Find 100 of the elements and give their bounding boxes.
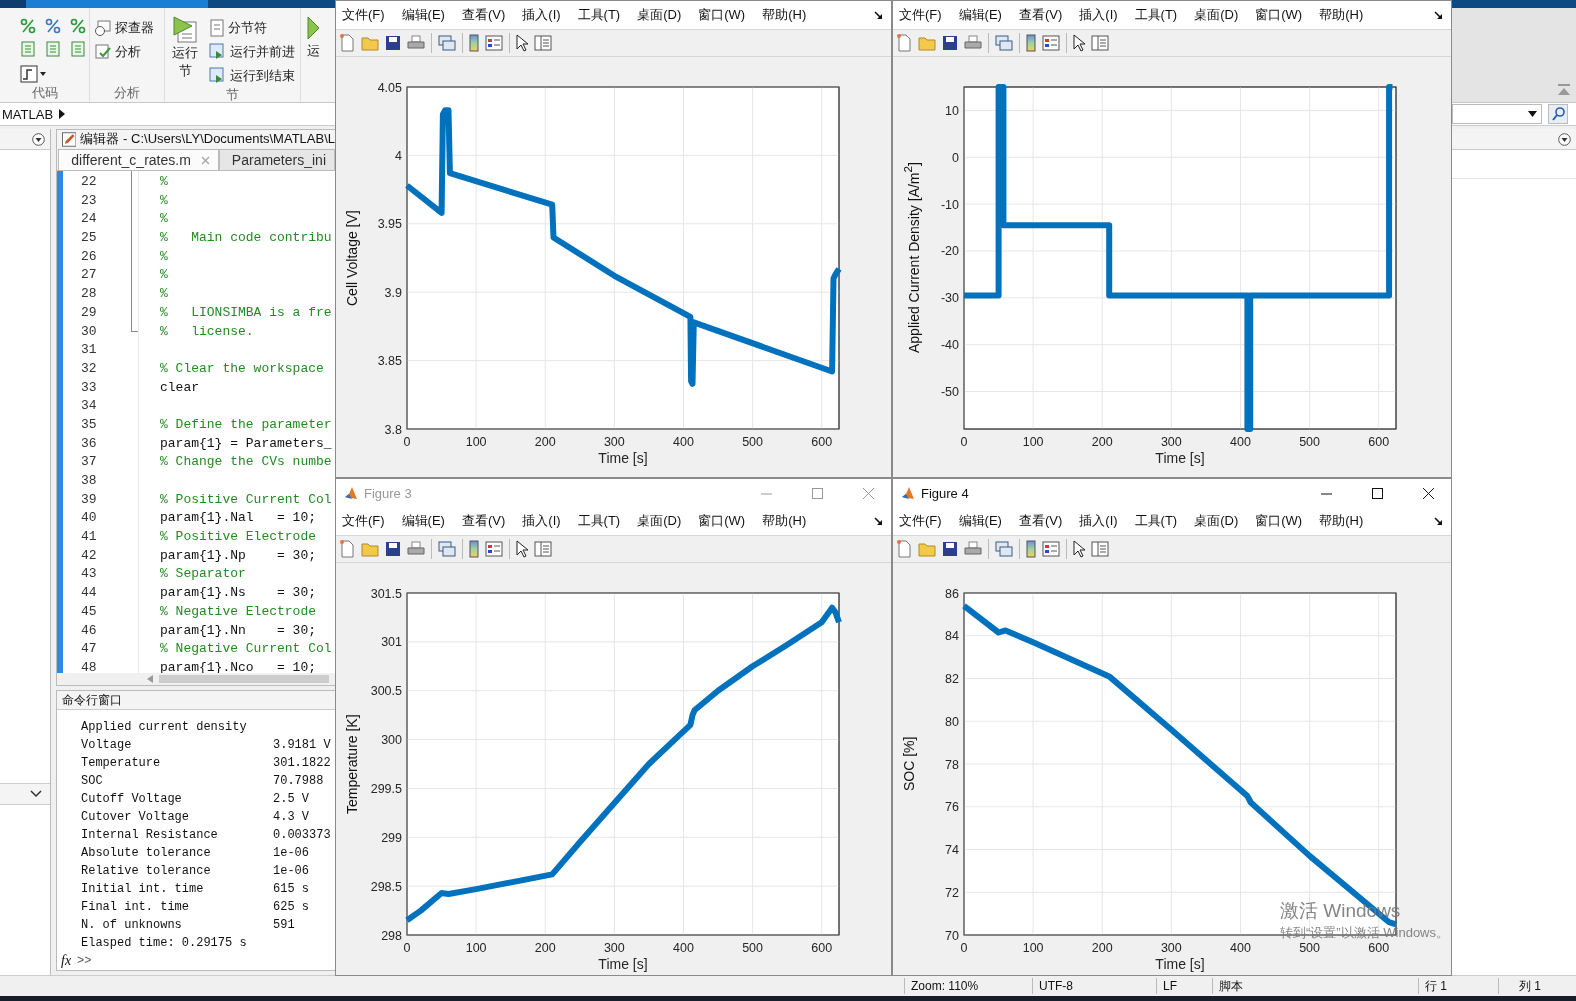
open-folder-icon[interactable] (361, 35, 379, 51)
open-folder-icon[interactable] (361, 541, 379, 557)
search-button[interactable] (1548, 104, 1568, 124)
menu-item[interactable]: 窗口(W) (698, 6, 746, 24)
menu-item[interactable]: 窗口(W) (1255, 6, 1303, 24)
menu-item[interactable]: 插入(I) (1079, 6, 1118, 24)
menu-item[interactable]: 查看(V) (461, 512, 506, 530)
scroll-left-icon[interactable] (147, 675, 153, 683)
menu-item[interactable]: 编辑(E) (401, 6, 445, 24)
linked-windows-icon[interactable] (995, 540, 1013, 558)
property-panel-icon[interactable] (1091, 35, 1109, 51)
property-panel-icon[interactable] (534, 35, 552, 51)
percent-icon[interactable] (70, 18, 86, 34)
pointer-icon[interactable] (1073, 540, 1085, 558)
legend-icon[interactable] (485, 35, 503, 51)
file-tab[interactable]: Parameters_ini (218, 149, 335, 170)
scrollbar-thumb[interactable] (159, 675, 329, 683)
save-icon[interactable] (942, 35, 958, 51)
menu-item[interactable]: 帮助(H) (762, 512, 807, 530)
property-panel-icon[interactable] (534, 541, 552, 557)
save-icon[interactable] (385, 541, 401, 557)
run-button[interactable]: 运 (305, 12, 327, 60)
menu-item[interactable]: 文件(F) (342, 512, 385, 530)
ribbon-button[interactable]: 探查器 (94, 18, 160, 38)
new-file-icon[interactable] (896, 34, 912, 52)
colorbar-icon[interactable] (1026, 540, 1036, 558)
menu-item[interactable]: 文件(F) (342, 6, 385, 24)
property-panel-icon[interactable] (1091, 541, 1109, 557)
close-icon[interactable] (200, 155, 210, 165)
print-icon[interactable] (964, 35, 982, 51)
dock-arrow-icon[interactable] (874, 10, 883, 20)
collapse-icon[interactable] (1558, 84, 1570, 96)
command-prompt[interactable]: >> (77, 954, 92, 968)
menu-item[interactable]: 文件(F) (899, 6, 942, 24)
indent-icon[interactable] (70, 41, 86, 58)
menu-item[interactable]: 插入(I) (1079, 512, 1118, 530)
linked-windows-icon[interactable] (995, 34, 1013, 52)
pointer-icon[interactable] (516, 34, 528, 52)
menu-item[interactable]: 查看(V) (1018, 512, 1063, 530)
dock-arrow-icon[interactable] (874, 516, 883, 526)
save-icon[interactable] (385, 35, 401, 51)
menu-item[interactable]: 工具(T) (577, 512, 621, 530)
new-file-icon[interactable] (339, 540, 355, 558)
percent-icon[interactable] (20, 18, 36, 34)
caret-icon[interactable] (59, 109, 66, 119)
linked-windows-icon[interactable] (438, 540, 456, 558)
pointer-icon[interactable] (1073, 34, 1085, 52)
indent-icon[interactable] (20, 41, 36, 58)
run-section-button[interactable]: 运行节 (169, 12, 201, 86)
menu-item[interactable]: 帮助(H) (1319, 512, 1364, 530)
legend-icon[interactable] (1042, 541, 1060, 557)
menu-item[interactable]: 窗口(W) (698, 512, 746, 530)
print-icon[interactable] (964, 541, 982, 557)
menu-item[interactable]: 工具(T) (1134, 512, 1178, 530)
dock-arrow-icon[interactable] (1434, 10, 1443, 20)
menu-item[interactable]: 编辑(E) (958, 6, 1002, 24)
ribbon-button[interactable]: 运行到结束 (209, 66, 296, 86)
file-tab[interactable]: different_c_rates.m (58, 149, 219, 170)
legend-icon[interactable] (485, 541, 503, 557)
search-field[interactable] (1452, 104, 1542, 124)
menu-item[interactable]: 桌面(D) (1194, 6, 1239, 24)
menu-item[interactable]: 查看(V) (461, 6, 506, 24)
menu-item[interactable]: 插入(I) (522, 6, 561, 24)
linked-windows-icon[interactable] (438, 34, 456, 52)
menu-item[interactable]: 桌面(D) (637, 6, 682, 24)
function-browser-button[interactable]: fx (61, 953, 72, 969)
indent-icon[interactable] (45, 41, 61, 58)
new-file-icon[interactable] (896, 540, 912, 558)
step-function-icon[interactable] (20, 64, 46, 83)
new-file-icon[interactable] (339, 34, 355, 52)
print-icon[interactable] (407, 541, 425, 557)
colorbar-icon[interactable] (1026, 34, 1036, 52)
menu-item[interactable]: 工具(T) (577, 6, 621, 24)
ribbon-button[interactable]: 分析 (94, 42, 160, 62)
dropdown-circle-icon[interactable] (1558, 132, 1571, 146)
menu-item[interactable]: 编辑(E) (958, 512, 1002, 530)
dropdown-circle-icon[interactable] (32, 132, 45, 146)
ribbon-button[interactable]: 运行并前进 (209, 42, 296, 62)
dropdown-icon[interactable] (1528, 111, 1537, 117)
percent-icon[interactable] (45, 18, 61, 34)
fold-marker[interactable] (131, 171, 138, 332)
menu-item[interactable]: 帮助(H) (762, 6, 807, 24)
menu-item[interactable]: 帮助(H) (1319, 6, 1364, 24)
ribbon-button[interactable]: 分节符 (209, 18, 296, 38)
menu-item[interactable]: 桌面(D) (1194, 512, 1239, 530)
menu-item[interactable]: 桌面(D) (637, 512, 682, 530)
open-folder-icon[interactable] (918, 541, 936, 557)
pointer-icon[interactable] (516, 540, 528, 558)
menu-item[interactable]: 查看(V) (1018, 6, 1063, 24)
open-folder-icon[interactable] (918, 35, 936, 51)
folder-path[interactable]: MATLAB (2, 106, 54, 122)
menu-item[interactable]: 编辑(E) (401, 512, 445, 530)
menu-item[interactable]: 文件(F) (899, 512, 942, 530)
dock-arrow-icon[interactable] (1434, 516, 1443, 526)
menu-item[interactable]: 窗口(W) (1255, 512, 1303, 530)
menu-item[interactable]: 插入(I) (522, 512, 561, 530)
colorbar-icon[interactable] (469, 540, 479, 558)
legend-icon[interactable] (1042, 35, 1060, 51)
colorbar-icon[interactable] (469, 34, 479, 52)
menu-item[interactable]: 工具(T) (1134, 6, 1178, 24)
